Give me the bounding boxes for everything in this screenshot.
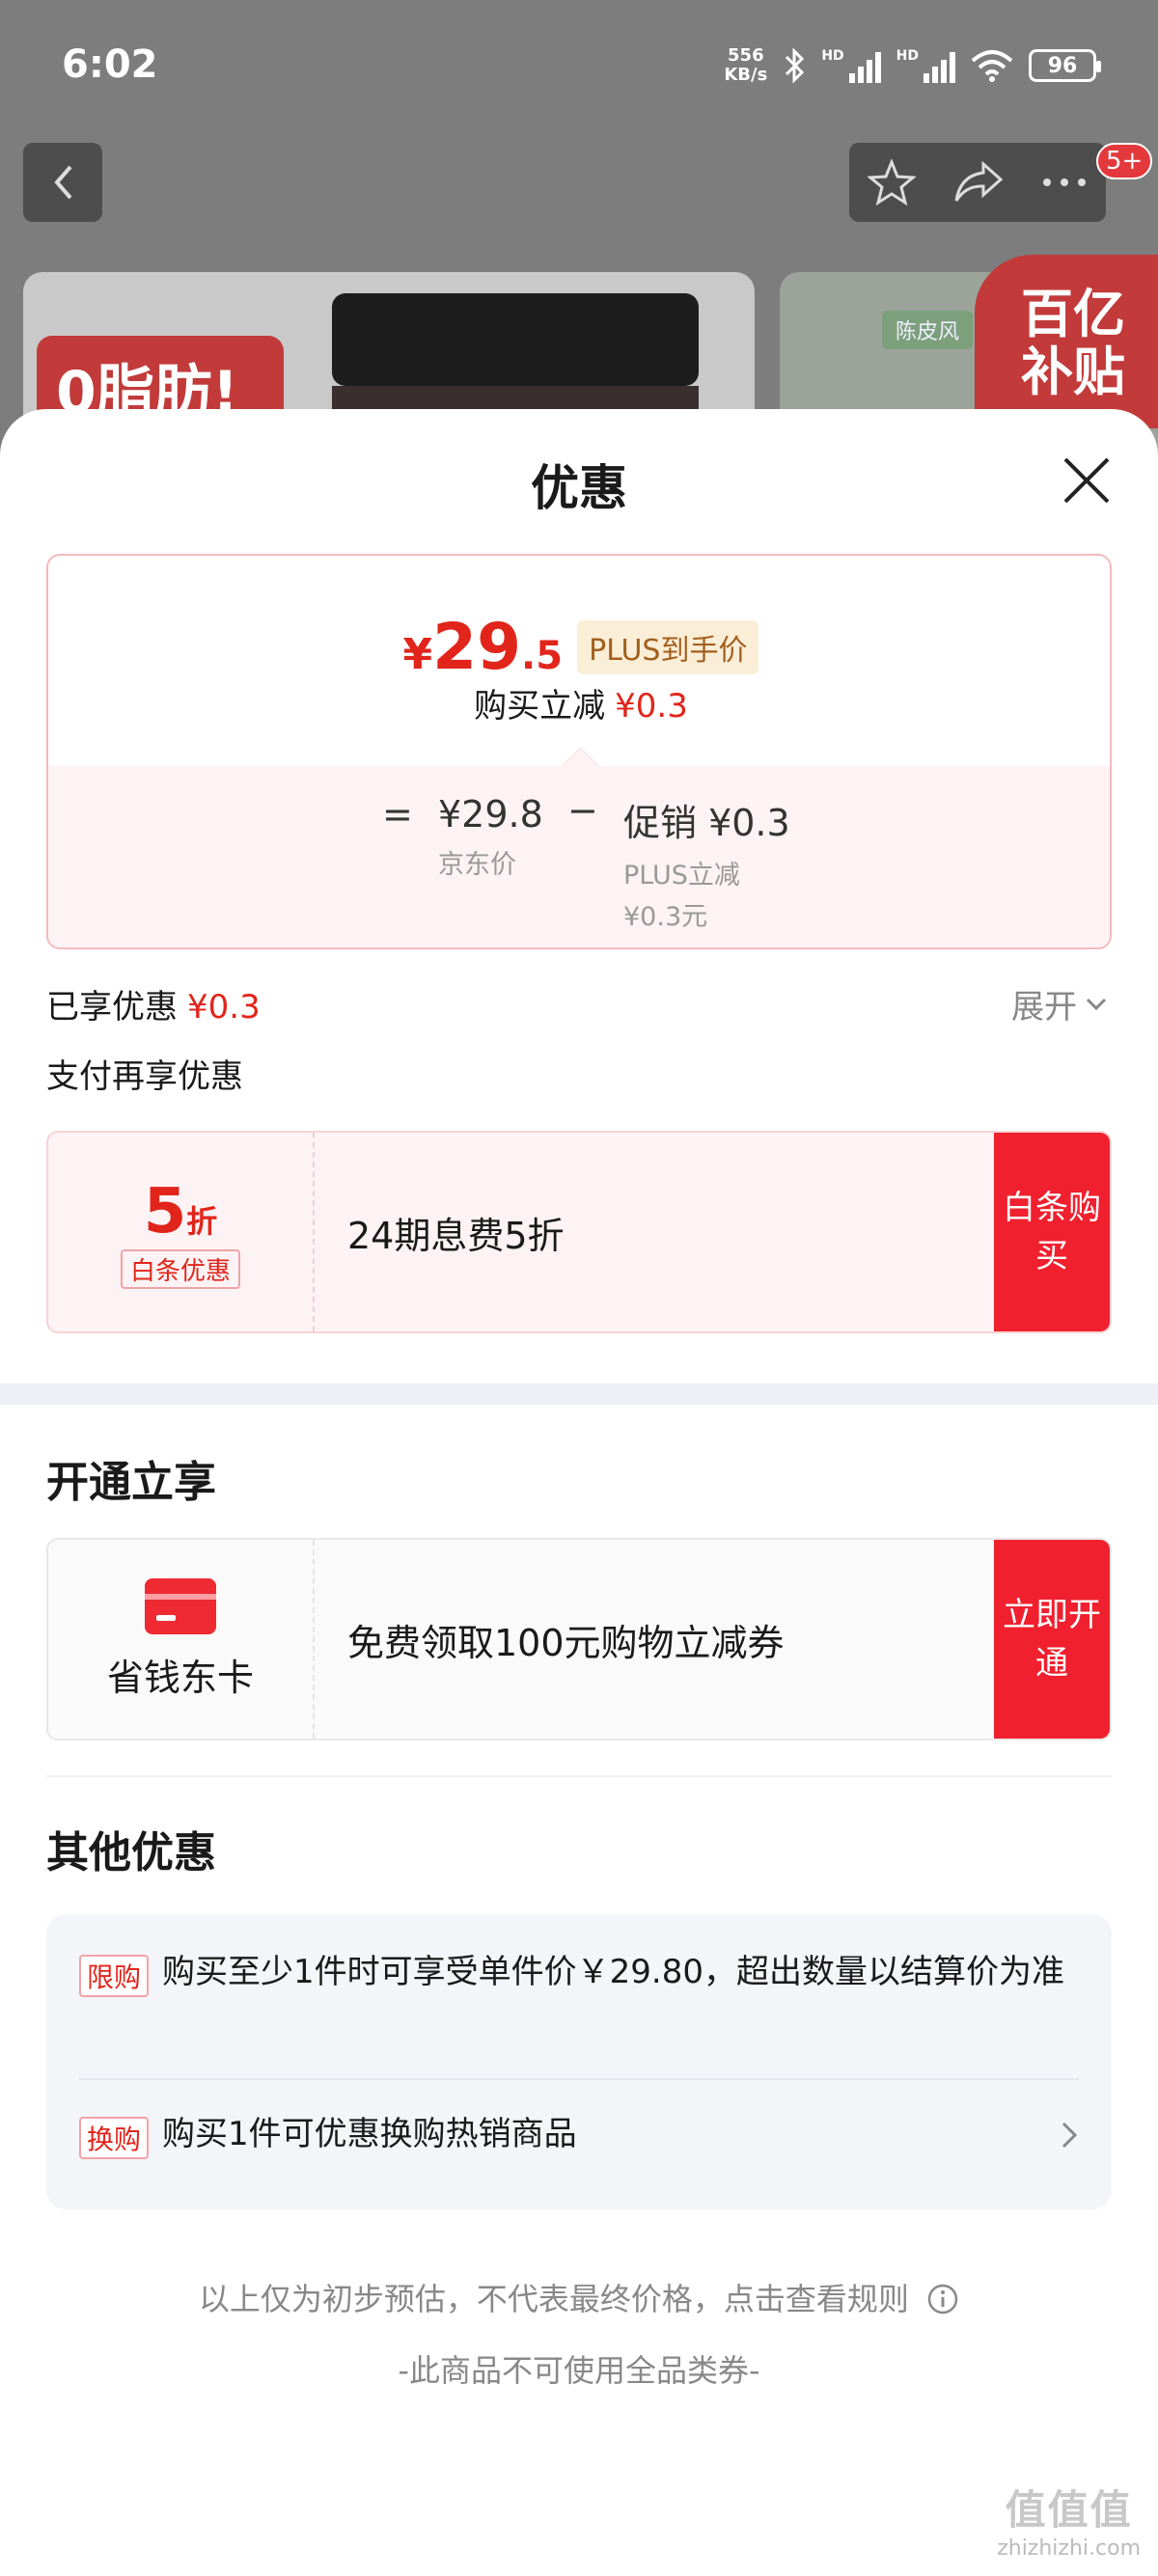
- other-offers: 限购 购买至少1件时可享受单件价￥29.80，超出数量以结算价为准 换购 购买1…: [46, 1914, 1112, 2209]
- jd-price: ¥29.8: [438, 793, 543, 836]
- enjoyed-label: 已享优惠: [46, 988, 178, 1027]
- no-coupon-note: -此商品不可使用全品类券-: [398, 2352, 760, 2389]
- card-icon: [145, 1577, 216, 1634]
- equals-sign: =: [382, 793, 413, 836]
- net-speed: 556 KB/s: [724, 45, 768, 85]
- promo-detail-value: ¥0.3元: [623, 902, 708, 932]
- message-badge: 5+: [1096, 143, 1153, 179]
- wifi-icon: [971, 50, 1013, 82]
- discount-sheet: 优惠 ¥29.5 PLUS到手价 购买立减 ¥0.3 = ¥29.8 京东价 − …: [0, 409, 1158, 2576]
- baitiao-buy-button[interactable]: 白条购买: [994, 1133, 1110, 1331]
- minus-sign: −: [567, 789, 598, 832]
- pay-again-label: 支付再享优惠: [46, 1057, 243, 1096]
- signal-icon: HD: [821, 48, 881, 83]
- back-button[interactable]: [23, 143, 102, 222]
- card-desc: 免费领取100元购物立减券: [347, 1621, 785, 1664]
- bluetooth-icon: [786, 47, 805, 84]
- status-time: 6:02: [62, 42, 158, 87]
- info-icon: [927, 2284, 958, 2315]
- card-name: 省钱东卡: [106, 1656, 254, 1699]
- baitiao-coupon[interactable]: 5折 白条优惠 24期息费5折 白条购买: [46, 1131, 1112, 1333]
- divider: [79, 2078, 1079, 2080]
- signal-icon-2: HD: [896, 48, 955, 83]
- final-price: ¥29.5: [402, 610, 564, 684]
- baitiao-discount: 5折 白条优惠: [48, 1133, 315, 1331]
- share-icon[interactable]: [952, 160, 1005, 205]
- reduce-label: 购买立减: [474, 687, 606, 726]
- reduce-line: 购买立减 ¥0.3: [48, 679, 1110, 726]
- list-item: 限购 购买至少1件时可享受单件价￥29.80，超出数量以结算价为准: [79, 1949, 1079, 1997]
- battery-icon: 96: [1029, 49, 1101, 82]
- promo-amount: 促销 ¥0.3: [623, 802, 790, 844]
- money-saving-card-coupon[interactable]: 省钱东卡 免费领取100元购物立减券 立即开通: [46, 1538, 1112, 1740]
- enjoyed-discount: 已享优惠 ¥0.3: [46, 980, 261, 1028]
- sheet-title: 优惠: [531, 460, 627, 516]
- final-price-row: ¥29.5 PLUS到手价: [48, 610, 1110, 684]
- exchange-tag: 换购: [79, 2117, 150, 2159]
- baitiao-desc: 24期息费5折: [347, 1214, 565, 1257]
- reduce-value: ¥0.3: [615, 687, 688, 726]
- divider: [46, 1775, 1112, 1777]
- limit-text: 购买至少1件时可享受单件价￥29.80，超出数量以结算价为准: [162, 1953, 1064, 1991]
- status-icons: 556 KB/s HD HD 96: [724, 45, 1101, 85]
- disclaimer-text: 以上仅为初步预估，不代表最终价格，点击查看规则: [198, 2281, 909, 2317]
- side-chip: 陈皮风: [882, 311, 974, 349]
- limit-tag: 限购: [79, 1955, 150, 1997]
- discount-value: 5折: [143, 1175, 218, 1247]
- jar-lid: [332, 293, 699, 386]
- nav-actions: [849, 143, 1106, 222]
- expand-label: 展开: [1011, 988, 1077, 1027]
- section-title-open: 开通立享: [46, 1458, 216, 1507]
- chevron-left-icon: [54, 165, 72, 200]
- section-divider: [0, 1384, 1158, 1405]
- subsidy-badge: 百亿补贴: [975, 255, 1158, 428]
- jd-price-label: 京东价: [438, 850, 516, 880]
- watermark-logo: 值值值: [1005, 2486, 1133, 2534]
- baitiao-tag: 白条优惠: [120, 1248, 240, 1289]
- list-item-exchange[interactable]: 换购 购买1件可优惠换购热销商品: [79, 2111, 1079, 2159]
- star-icon[interactable]: [868, 159, 916, 206]
- price-breakdown: ¥29.5 PLUS到手价 购买立减 ¥0.3 = ¥29.8 京东价 − 促销 …: [46, 554, 1112, 949]
- status-bar: 6:02 556 KB/s HD HD 96: [0, 0, 1158, 135]
- open-now-button[interactable]: 立即开通: [994, 1540, 1110, 1739]
- enjoyed-value: ¥0.3: [187, 988, 261, 1027]
- rules-disclaimer[interactable]: 以上仅为初步预估，不代表最终价格，点击查看规则: [0, 2275, 1158, 2319]
- jd-price-block: ¥29.8 京东价: [438, 793, 543, 881]
- promo-detail-label: PLUS立减: [623, 861, 740, 891]
- section-title-other: 其他优惠: [46, 1828, 216, 1877]
- price-formula: = ¥29.8 京东价 − 促销 ¥0.3 PLUS立减 ¥0.3元: [48, 766, 1110, 947]
- plus-price-tag: PLUS到手价: [577, 619, 759, 674]
- card-block: 省钱东卡: [48, 1540, 315, 1739]
- promo-block: 促销 ¥0.3 PLUS立减 ¥0.3元: [623, 793, 790, 933]
- exchange-text: 购买1件可优惠换购热销商品: [162, 2115, 577, 2153]
- more-icon[interactable]: [1041, 177, 1088, 188]
- chevron-down-icon: [1086, 998, 1107, 1010]
- chevron-right-icon: [1062, 2122, 1078, 2149]
- watermark: 值值值 zhizhizhi.com: [997, 2478, 1141, 2561]
- close-icon[interactable]: [1058, 452, 1116, 509]
- expand-toggle[interactable]: 展开: [1011, 980, 1108, 1028]
